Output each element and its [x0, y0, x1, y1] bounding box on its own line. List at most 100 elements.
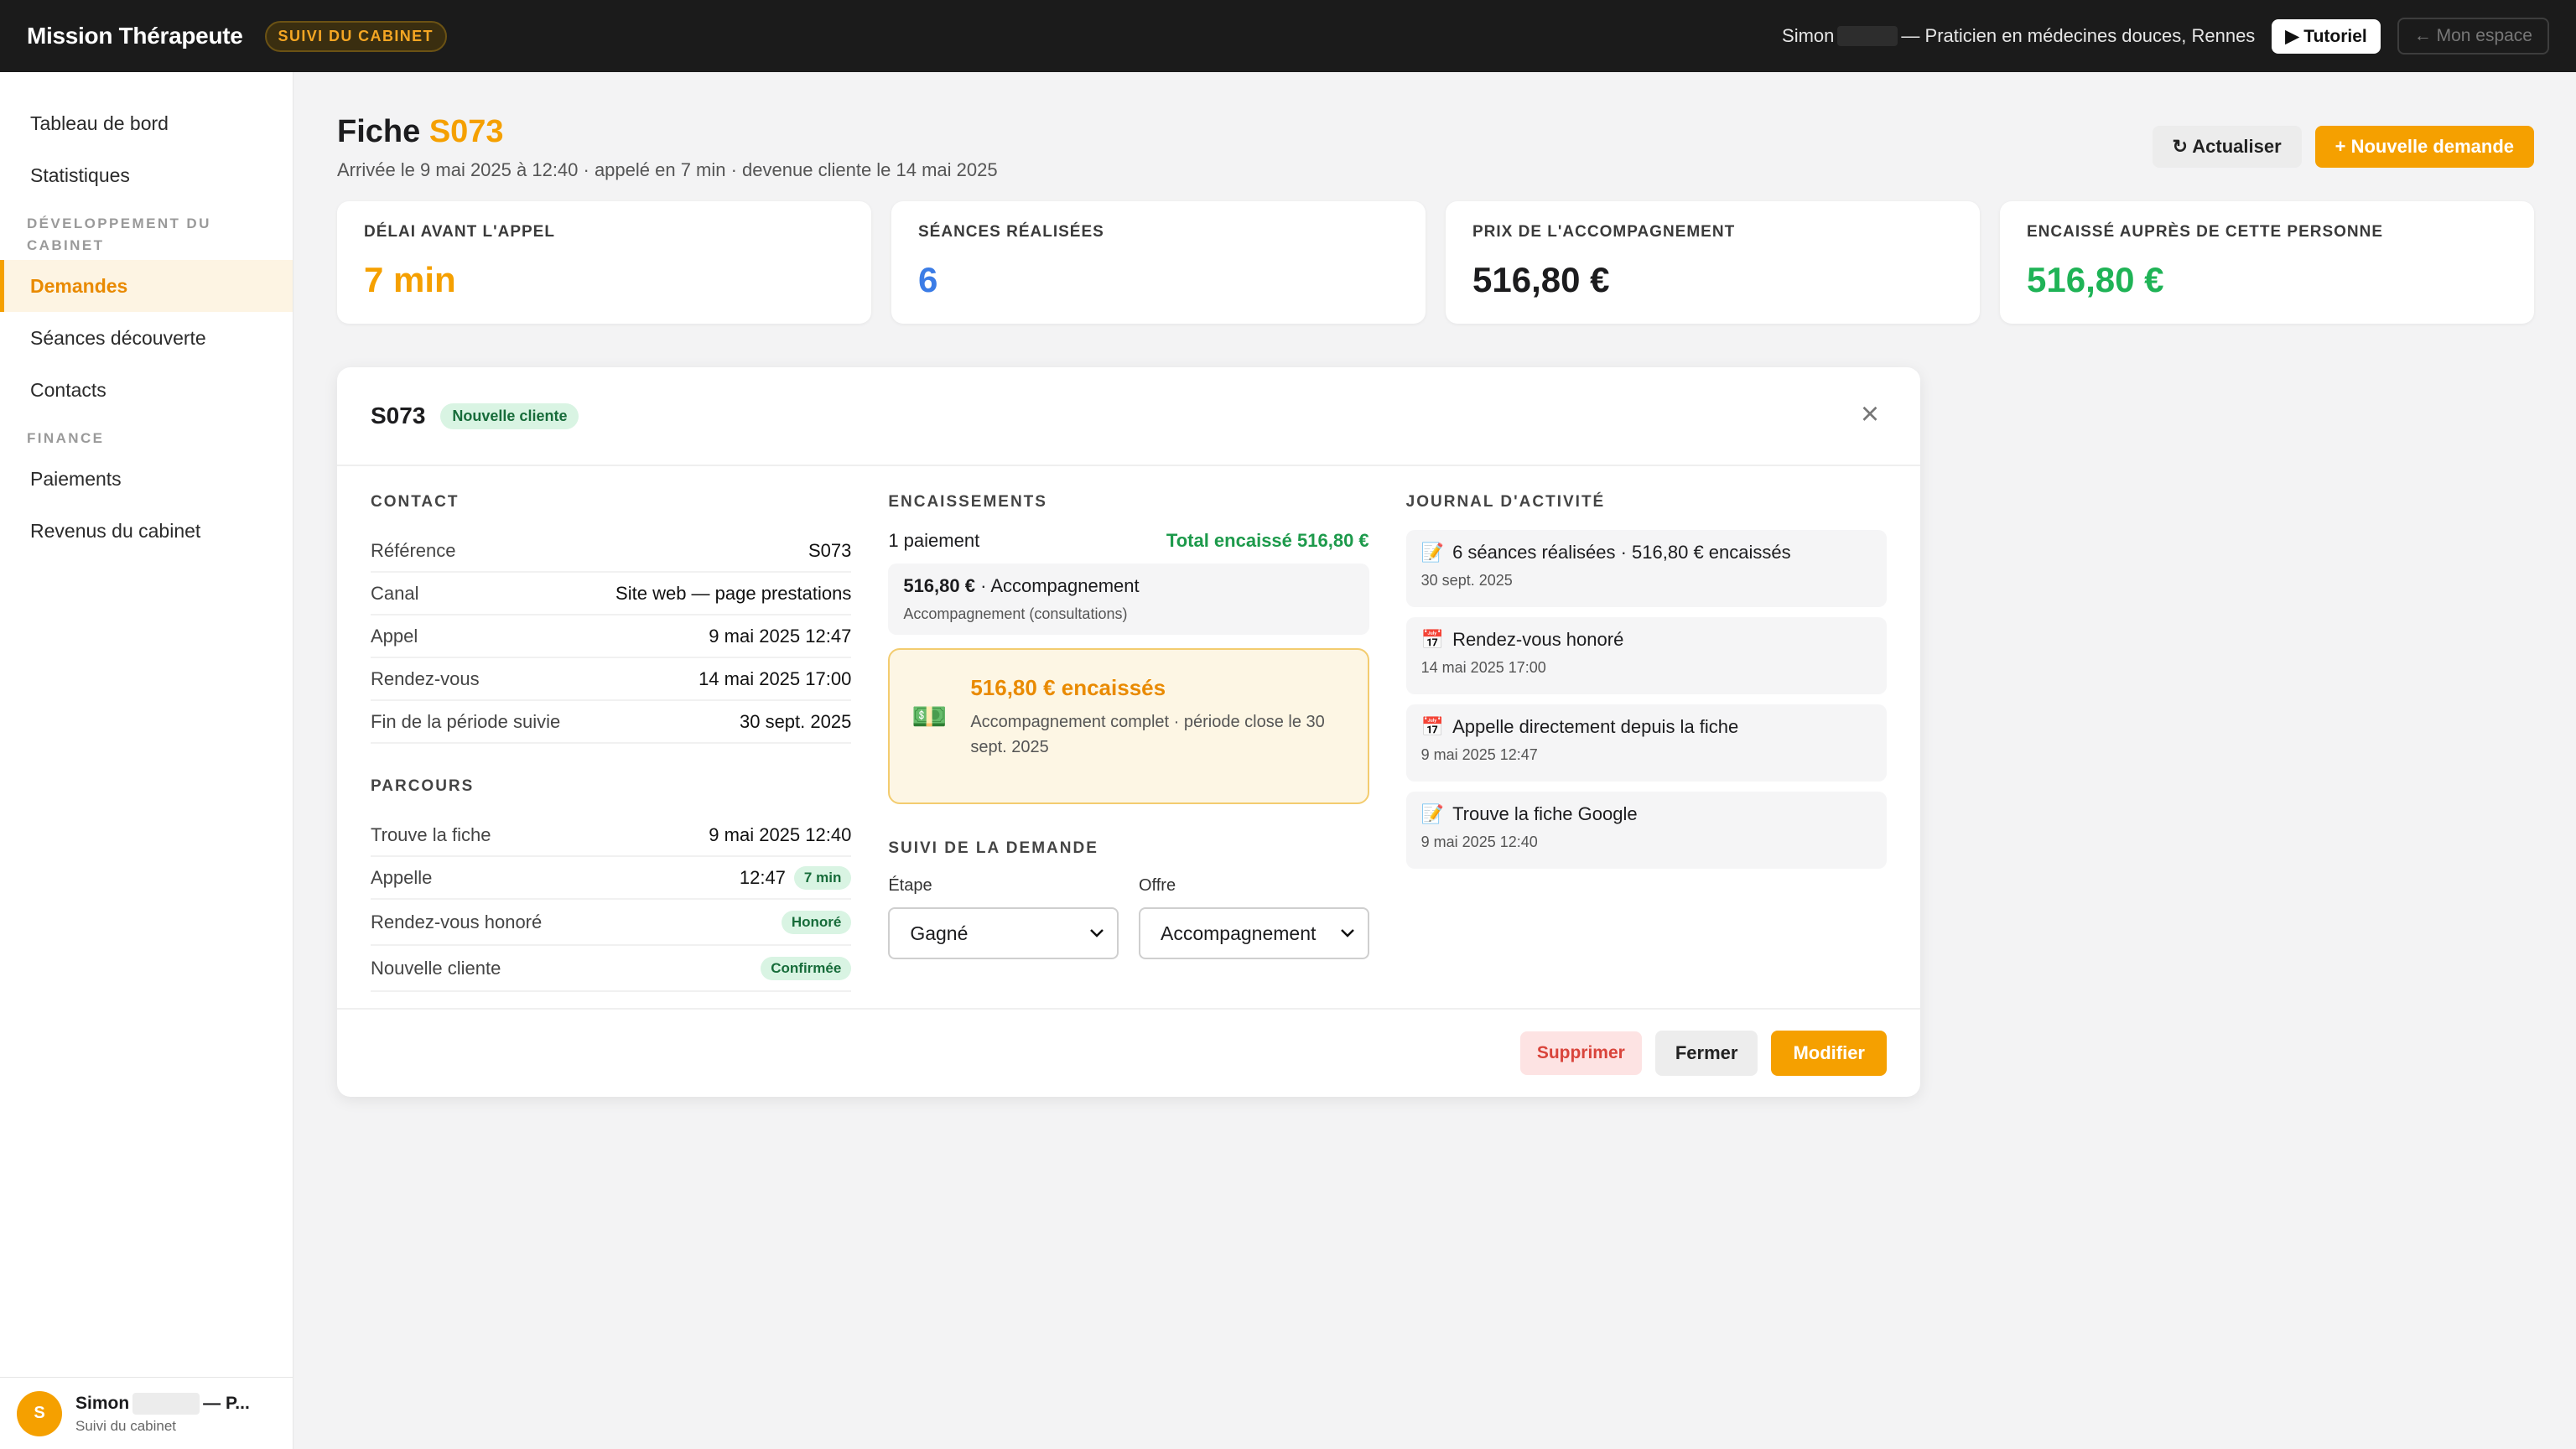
- user-line: Simon — Praticien en médecines douces, R…: [1782, 25, 2255, 47]
- journal-item: 📝 Trouve la fiche Google 9 mai 2025 12:40: [1405, 792, 1887, 869]
- journal-item: 📝 6 séances réalisées · 516,80 € encaissé…: [1405, 530, 1887, 607]
- sidebar-item-statistics[interactable]: Statistiques: [0, 149, 293, 201]
- sidebar-item-revenue[interactable]: Revenus du cabinet: [0, 505, 293, 557]
- sidebar-group-development: DÉVELOPPEMENT DU CABINET: [27, 216, 211, 253]
- delay-badge: 7 min: [793, 865, 852, 890]
- chevron-down-icon: [1340, 929, 1354, 937]
- row-value: 9 mai 2025 12:40: [709, 823, 852, 845]
- panel-title: S073: [371, 402, 426, 428]
- close-icon[interactable]: ×: [1853, 398, 1887, 433]
- note-icon: 📝: [1420, 803, 1445, 824]
- sidebar-user-first: Simon: [75, 1393, 130, 1413]
- contact-row-reference: Référence S073: [371, 530, 852, 573]
- offer-value: Accompagnement: [1161, 922, 1317, 944]
- row-label: Fin de la période suivie: [371, 710, 561, 732]
- row-label: Canal: [371, 582, 419, 604]
- sidebar-item-dashboard[interactable]: Tableau de bord: [0, 97, 293, 149]
- redacted-name: [132, 1392, 200, 1415]
- refresh-button[interactable]: ↻ Actualiser: [2152, 126, 2302, 168]
- kpi-row: DÉLAI AVANT L'APPEL 7 min SÉANCES RÉALIS…: [337, 201, 2534, 324]
- parcours-row-found: Trouve la fiche 9 mai 2025 12:40: [371, 814, 852, 857]
- redacted-name: [1837, 26, 1898, 46]
- page-actions: ↻ Actualiser + Nouvelle demande: [2152, 126, 2534, 168]
- journal-text: 6 séances réalisées · 516,80 € encaissés: [1452, 542, 1791, 563]
- page-title: Fiche S073: [337, 114, 504, 150]
- payments-summary: 1 paiement Total encaissé 516,80 €: [888, 530, 1368, 552]
- new-request-button[interactable]: + Nouvelle demande: [2314, 126, 2534, 168]
- sidebar-item-payments[interactable]: Paiements: [0, 453, 293, 505]
- sidebar-item-contacts[interactable]: Contacts: [0, 364, 293, 416]
- parcours-row-call: Appelle 12:47 7 min: [371, 857, 852, 900]
- row-label: Rendez-vous honoré: [371, 911, 543, 932]
- delete-button[interactable]: Supprimer: [1519, 1031, 1642, 1075]
- journal-date: 9 mai 2025 12:40: [1420, 834, 1538, 850]
- stage-label: Étape: [888, 876, 932, 895]
- journal-text: Rendez-vous honoré: [1452, 629, 1624, 650]
- detail-panel: S073 Nouvelle cliente × CONTACT Référenc…: [337, 367, 1920, 1097]
- offer-label: Offre: [1139, 876, 1176, 895]
- kpi-value: 516,80 €: [1472, 260, 1610, 299]
- page-title-code: S073: [428, 114, 504, 149]
- contact-row-channel: Canal Site web — page prestations: [371, 573, 852, 615]
- status-badge: Nouvelle cliente: [440, 402, 579, 429]
- money-icon: 💵: [911, 701, 948, 733]
- kpi-label: SÉANCES RÉALISÉES: [918, 223, 1104, 241]
- contact-row-period-end: Fin de la période suivie 30 sept. 2025: [371, 701, 852, 744]
- payments-section-title: ENCAISSEMENTS: [888, 493, 1047, 511]
- page-header: Fiche S073 Arrivée le 9 mai 2025 à 12:40…: [337, 72, 2534, 198]
- stage-field: Étape Gagné: [888, 876, 1119, 959]
- kpi-label: PRIX DE L'ACCOMPAGNEMENT: [1472, 223, 1736, 241]
- row-label: Référence: [371, 539, 456, 561]
- kpi-card-collected: ENCAISSÉ AUPRÈS DE CETTE PERSONNE 516,80…: [2000, 201, 2534, 324]
- contact-row-call: Appel 9 mai 2025 12:47: [371, 615, 852, 658]
- sidebar-user-subtitle: Suivi du cabinet: [75, 1417, 177, 1434]
- kpi-card-sessions: SÉANCES RÉALISÉES 6: [891, 201, 1426, 324]
- journal-text: Trouve la fiche Google: [1452, 803, 1638, 824]
- page-title-prefix: Fiche: [337, 114, 421, 149]
- edit-button[interactable]: Modifier: [1771, 1031, 1887, 1076]
- row-value: 9 mai 2025 12:47: [709, 625, 852, 647]
- app-badge: SUIVI DU CABINET: [264, 20, 447, 52]
- journal-item: 📅 Appelle directement depuis la fiche 9 m…: [1405, 704, 1887, 782]
- app-brand[interactable]: Mission Thérapeute: [27, 23, 243, 49]
- sidebar-group-finance: FINANCE: [27, 430, 105, 446]
- sidebar-item-discovery-sessions[interactable]: Séances découverte: [0, 312, 293, 364]
- row-label: Nouvelle cliente: [371, 957, 501, 979]
- stage-select[interactable]: Gagné: [888, 907, 1119, 959]
- journal-section-title: JOURNAL D'ACTIVITÉ: [1405, 493, 1606, 511]
- payment-item[interactable]: 516,80 € · Accompagnement Accompagnement…: [888, 564, 1369, 635]
- my-space-button[interactable]: ← Mon espace: [2397, 18, 2549, 55]
- tutorial-button[interactable]: ▶ Tutoriel: [2272, 18, 2381, 54]
- status-badge: Confirmée: [761, 956, 852, 980]
- payment-line: 516,80 € · Accompagnement: [903, 575, 1353, 597]
- row-label: Appel: [371, 625, 418, 647]
- payments-count: 1 paiement: [888, 530, 980, 551]
- top-bar: Mission Thérapeute SUIVI DU CABINET Simo…: [0, 0, 2576, 72]
- contact-row-appointment: Rendez-vous 14 mai 2025 17:00: [371, 658, 852, 701]
- row-label: Rendez-vous: [371, 667, 480, 689]
- journal-date: 30 sept. 2025: [1420, 572, 1513, 589]
- status-badge: Honoré: [781, 910, 852, 934]
- sidebar: Tableau de bord Statistiques DÉVELOPPEME…: [0, 72, 293, 1449]
- contact-section-title: CONTACT: [371, 493, 460, 511]
- row-value: Site web — page prestations: [615, 582, 852, 604]
- avatar: S: [17, 1390, 62, 1436]
- offer-select[interactable]: Accompagnement: [1139, 907, 1369, 959]
- kpi-card-call-delay: DÉLAI AVANT L'APPEL 7 min: [337, 201, 871, 324]
- sidebar-item-requests[interactable]: Demandes: [0, 260, 293, 312]
- journal-item: 📅 Rendez-vous honoré 14 mai 2025 17:00: [1405, 617, 1887, 694]
- follow-up-title: SUIVI DE LA DEMANDE: [888, 839, 1098, 857]
- top-right: Simon — Praticien en médecines douces, R…: [1782, 18, 2549, 55]
- sidebar-user[interactable]: S Simon — P... Suivi du cabinet: [0, 1377, 293, 1449]
- close-button[interactable]: Fermer: [1654, 1031, 1758, 1076]
- main-content: Fiche S073 Arrivée le 9 mai 2025 à 12:40…: [337, 72, 2534, 1097]
- parcours-row-appointment: Rendez-vous honoré Honoré: [371, 900, 852, 946]
- panel-header: S073 Nouvelle cliente ×: [337, 367, 1920, 466]
- calendar-icon: 📅: [1420, 716, 1445, 737]
- note-icon: 📝: [1420, 542, 1445, 563]
- kpi-value: 6: [918, 260, 938, 299]
- user-first-name: Simon: [1782, 25, 1835, 46]
- journal-column: JOURNAL D'ACTIVITÉ 📝 6 séances réalisées …: [1405, 493, 1887, 992]
- payments-column: ENCAISSEMENTS 1 paiement Total encaissé …: [888, 493, 1369, 992]
- collected-callout: 💵 516,80 € encaissés Accompagnement comp…: [888, 648, 1369, 804]
